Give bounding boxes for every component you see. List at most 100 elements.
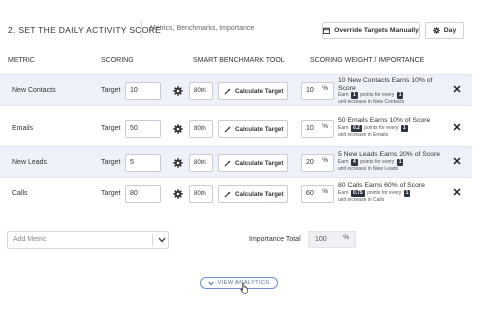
earn-summary: 80 Calls Earns 60% of Score bbox=[338, 182, 425, 189]
target-value: 10 bbox=[130, 87, 138, 94]
earn-prefix: Earn bbox=[338, 159, 349, 165]
target-input[interactable]: 50 bbox=[125, 120, 161, 138]
period-label: Day bbox=[443, 27, 457, 34]
earn-detail: Earn 4 points for every 1 unit increase … bbox=[338, 159, 448, 172]
scoring-weight-input[interactable]: 20 % bbox=[301, 154, 334, 172]
header-divider bbox=[141, 20, 142, 38]
unit-suffix: unit increase in New Contacts bbox=[338, 98, 405, 105]
add-metric-select[interactable]: Add Metric bbox=[7, 231, 169, 249]
metric-name: New Leads bbox=[12, 159, 48, 166]
calculate-target-button[interactable]: Calculate Target bbox=[218, 82, 288, 100]
benchmark-value: 80th bbox=[194, 126, 206, 132]
weight-value: 60 bbox=[306, 190, 314, 197]
gear-icon[interactable] bbox=[173, 189, 183, 199]
view-analytics-button[interactable]: VIEW ANALYTICS bbox=[200, 277, 278, 289]
target-input[interactable]: 5 bbox=[125, 154, 161, 172]
earn-summary: 50 Emails Earns 10% of Score bbox=[338, 117, 431, 124]
target-label: Target bbox=[101, 87, 121, 94]
target-label: Target bbox=[101, 125, 121, 132]
add-metric-placeholder: Add Metric bbox=[13, 236, 47, 243]
earn-prefix: Earn bbox=[338, 92, 349, 98]
select-divider bbox=[152, 234, 153, 246]
unit-suffix: unit increase in New Leads bbox=[338, 165, 399, 172]
benchmark-percentile-input[interactable]: 80th bbox=[189, 154, 213, 172]
benchmark-value: 80th bbox=[194, 160, 206, 166]
close-icon[interactable] bbox=[453, 123, 461, 131]
benchmark-value: 80th bbox=[194, 88, 206, 94]
points-text: points for every bbox=[360, 159, 395, 165]
target-value: 50 bbox=[130, 125, 138, 132]
magic-wand-icon bbox=[224, 159, 231, 167]
magic-wand-icon bbox=[224, 87, 231, 95]
target-input[interactable]: 80 bbox=[125, 185, 161, 203]
target-value: 80 bbox=[130, 190, 138, 197]
metric-name: Calls bbox=[12, 190, 28, 197]
close-icon[interactable] bbox=[453, 85, 461, 93]
importance-percent-sign: % bbox=[343, 234, 349, 241]
calculate-target-label: Calculate Target bbox=[235, 190, 284, 198]
scoring-weight-input[interactable]: 10 % bbox=[301, 82, 334, 100]
period-select-button[interactable]: Day bbox=[425, 22, 464, 39]
target-input[interactable]: 10 bbox=[125, 82, 161, 100]
percent-sign: % bbox=[322, 188, 328, 195]
magic-wand-icon bbox=[224, 125, 231, 133]
benchmark-percentile-input[interactable]: 80th bbox=[189, 120, 213, 138]
chevron-down-icon bbox=[208, 281, 215, 285]
column-header-metric: METRIC bbox=[8, 57, 35, 64]
calculate-target-label: Calculate Target bbox=[235, 159, 284, 167]
gear-icon bbox=[432, 27, 440, 34]
calculate-target-button[interactable]: Calculate Target bbox=[218, 185, 288, 203]
earn-detail: Earn 0.75 points for every 1 unit increa… bbox=[338, 190, 448, 203]
points-text: points for every bbox=[360, 92, 395, 98]
earn-prefix: Earn bbox=[338, 190, 349, 196]
scoring-weight-input[interactable]: 10 % bbox=[301, 120, 334, 138]
table-row: New Leads Target 5 80th Calculate Target bbox=[0, 146, 472, 178]
scoring-weight-input[interactable]: 60 % bbox=[301, 185, 334, 203]
weight-value: 20 bbox=[306, 159, 314, 166]
gear-icon[interactable] bbox=[173, 124, 183, 134]
section-subtitle: Metrics, Benchmarks, Importance bbox=[150, 25, 255, 32]
weight-value: 10 bbox=[306, 125, 314, 132]
column-header-benchmark: SMART BENCHMARK TOOL bbox=[193, 57, 285, 64]
target-label: Target bbox=[101, 159, 121, 166]
benchmark-value: 80th bbox=[194, 191, 206, 197]
metric-name: New Contacts bbox=[12, 87, 56, 94]
column-header-weight: SCORING WEIGHT / IMPORTANCE bbox=[310, 57, 425, 64]
target-value: 5 bbox=[130, 159, 134, 166]
earn-detail: Earn 1 points for every 1 unit increase … bbox=[338, 92, 448, 105]
earn-prefix: Earn bbox=[338, 125, 349, 131]
earn-detail: Earn 0.2 points for every 1 unit increas… bbox=[338, 125, 448, 138]
metric-name: Emails bbox=[12, 125, 34, 132]
calculate-target-button[interactable]: Calculate Target bbox=[218, 120, 288, 138]
earn-summary: 10 New Contacts Earns 10% of Score bbox=[338, 77, 433, 92]
close-icon[interactable] bbox=[453, 188, 461, 196]
hand-cursor-icon bbox=[240, 283, 249, 294]
importance-total-value: 100 % bbox=[308, 231, 356, 248]
points-text: points for every bbox=[364, 125, 399, 131]
calculate-target-label: Calculate Target bbox=[235, 87, 284, 95]
percent-sign: % bbox=[322, 85, 328, 92]
earn-summary: 5 New Leads Earns 20% of Score bbox=[338, 151, 441, 158]
unit-badge: 1 bbox=[400, 125, 408, 132]
benchmark-percentile-input[interactable]: 80th bbox=[189, 82, 213, 100]
unit-suffix: unit increase in Calls bbox=[338, 196, 385, 203]
importance-total-label: Importance Total bbox=[249, 236, 301, 243]
gear-icon[interactable] bbox=[173, 158, 183, 168]
column-header-scoring: SCORING bbox=[101, 57, 134, 64]
override-targets-label: Override Targets Manually bbox=[334, 27, 419, 34]
benchmark-percentile-input[interactable]: 80th bbox=[189, 185, 213, 203]
chevron-down-icon[interactable] bbox=[158, 237, 166, 243]
percent-sign: % bbox=[322, 123, 328, 130]
calculate-target-button[interactable]: Calculate Target bbox=[218, 154, 288, 172]
unit-badge: 1 bbox=[403, 190, 411, 197]
calculate-target-label: Calculate Target bbox=[235, 125, 284, 133]
section-title: 2. SET THE DAILY ACTIVITY SCORE bbox=[8, 25, 162, 35]
gear-icon[interactable] bbox=[173, 86, 183, 96]
target-label: Target bbox=[101, 190, 121, 197]
points-text: points for every bbox=[367, 190, 402, 196]
table-row: Calls Target 80 80th Calculate Target 60… bbox=[0, 178, 472, 210]
calendar-icon bbox=[323, 27, 331, 34]
close-icon[interactable] bbox=[453, 157, 461, 165]
weight-value: 10 bbox=[306, 87, 314, 94]
override-targets-button[interactable]: Override Targets Manually bbox=[322, 22, 420, 39]
